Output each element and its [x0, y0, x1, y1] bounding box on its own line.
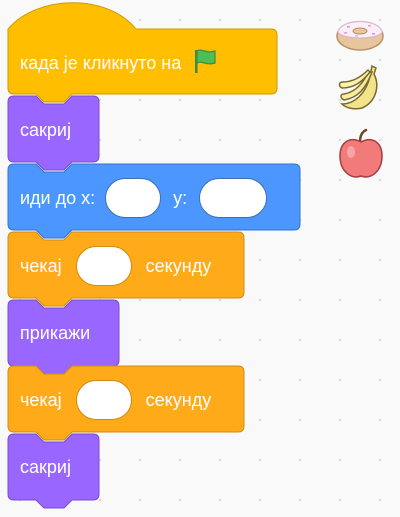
hide-block[interactable]: сакриј — [7, 95, 100, 171]
seconds-label: секунду — [145, 255, 212, 276]
go-to-y-label: y: — [173, 187, 188, 208]
green-flag-icon — [191, 47, 219, 80]
hide-label: сакриј — [20, 456, 71, 477]
donut-icon[interactable] — [335, 12, 385, 57]
show-block[interactable]: прикажи — [7, 299, 120, 375]
when-flag-clicked-label: када је кликнуто на — [20, 52, 182, 73]
show-label: прикажи — [20, 322, 91, 343]
wait-block[interactable]: чекај секунду — [7, 231, 245, 307]
wait-seconds-input[interactable] — [75, 380, 132, 420]
y-input[interactable] — [199, 178, 268, 218]
apple-icon[interactable] — [338, 128, 384, 187]
wait-label: чекај — [20, 389, 62, 410]
bananas-icon[interactable] — [336, 62, 386, 117]
hide-label: сакриј — [20, 119, 71, 140]
wait-label: чекај — [20, 255, 62, 276]
when-flag-clicked-block[interactable]: када је кликнуто на — [7, 0, 278, 103]
seconds-label: секунду — [145, 389, 212, 410]
hat-block-shape — [7, 2, 278, 103]
x-input[interactable] — [105, 178, 162, 218]
wait-seconds-input[interactable] — [75, 246, 132, 286]
go-to-xy-block[interactable]: иди до x: y: — [7, 163, 301, 239]
hide-block[interactable]: сакриј — [7, 433, 100, 509]
wait-block[interactable]: чекај секунду — [7, 365, 245, 441]
go-to-x-label: иди до x: — [20, 187, 96, 208]
